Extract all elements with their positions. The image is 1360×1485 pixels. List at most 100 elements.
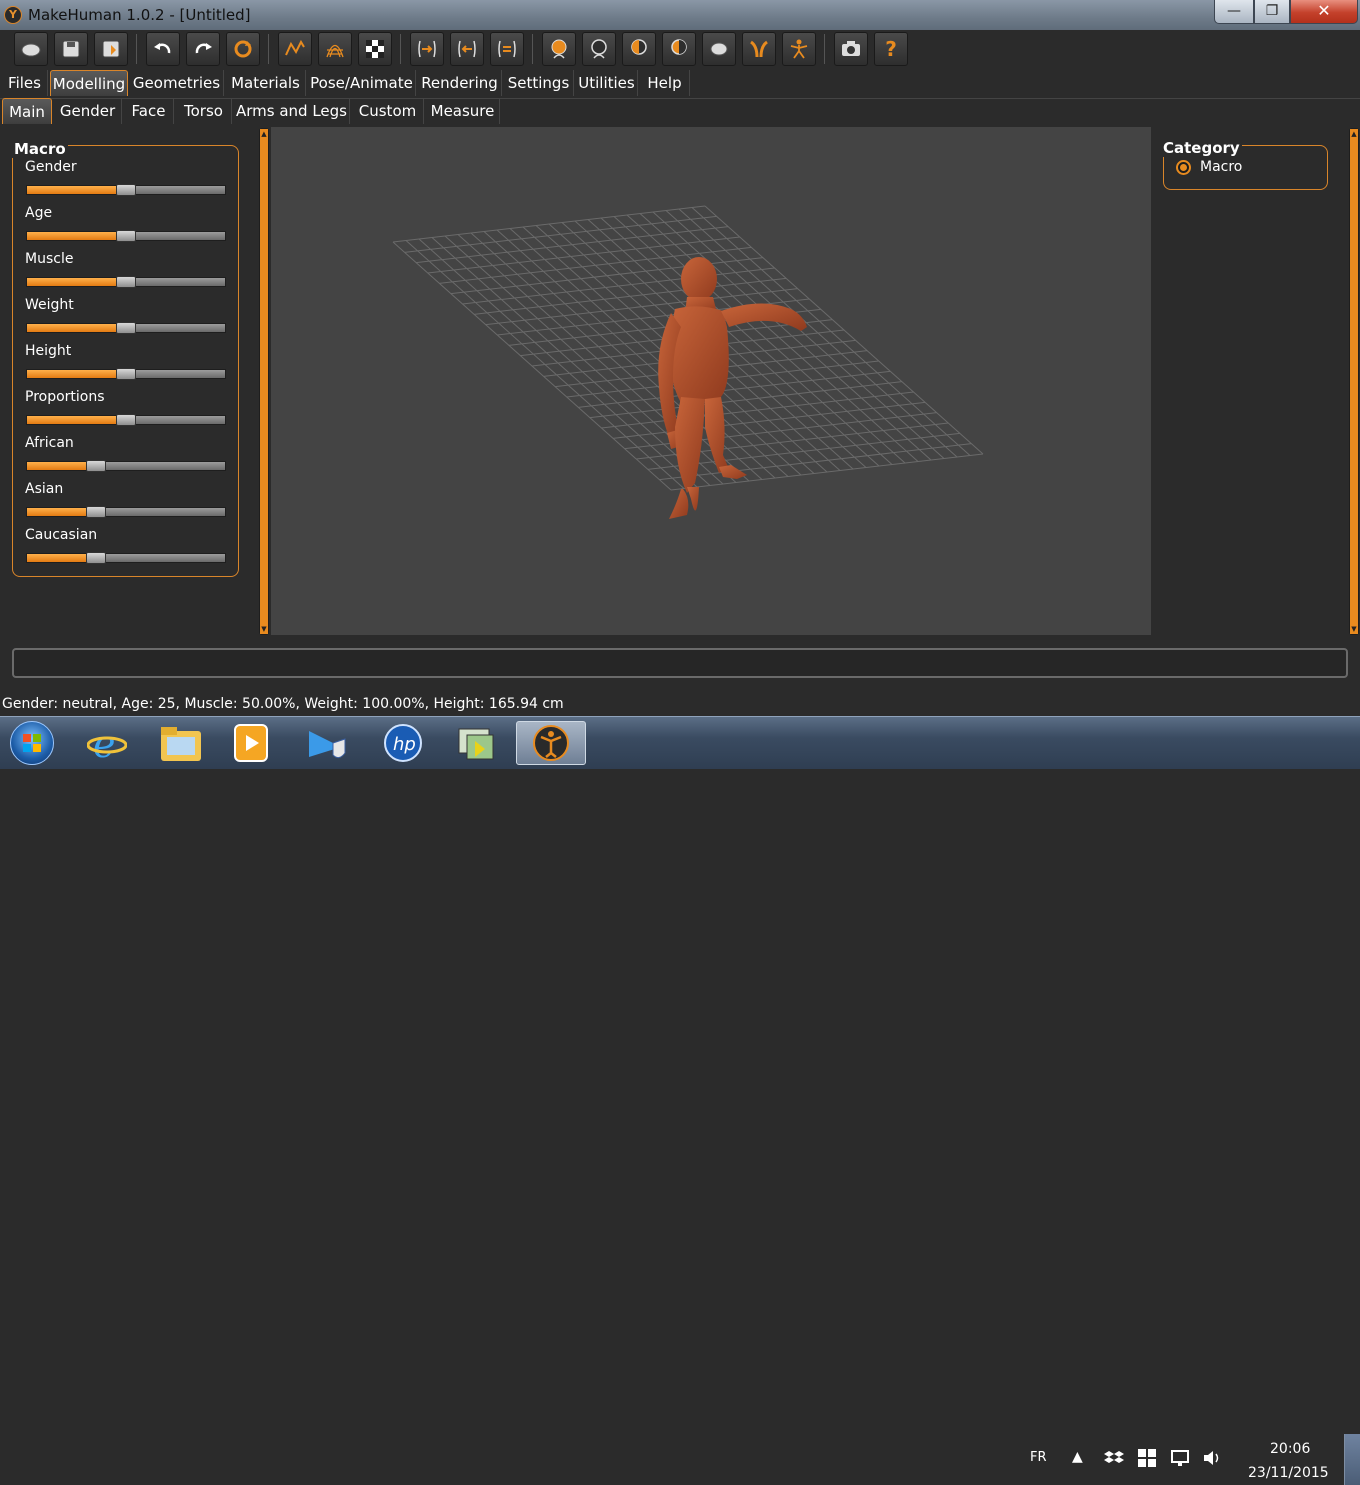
top-view-button[interactable]	[702, 32, 736, 66]
proportions-slider[interactable]	[26, 414, 226, 426]
show-desktop-button[interactable]	[1344, 1434, 1360, 1485]
tab-files[interactable]: Files	[2, 70, 48, 96]
minimize-button[interactable]: —	[1214, 0, 1254, 24]
macro-radio-button[interactable]	[1176, 160, 1191, 175]
african-slider-handle[interactable]	[86, 460, 106, 472]
head-back-icon	[591, 39, 607, 59]
taskbar-media-player[interactable]	[220, 721, 282, 765]
right-view-button[interactable]	[582, 32, 616, 66]
tab-rendering[interactable]: Rendering	[418, 70, 502, 96]
category-group-title: Category	[1161, 139, 1242, 157]
wireframe-icon	[326, 44, 344, 58]
front-view-icon	[418, 40, 436, 58]
caucasian-label: Caucasian	[25, 527, 98, 543]
tab-arms-and-legs[interactable]: Arms and Legs	[234, 98, 350, 124]
proportions-slider-handle[interactable]	[116, 414, 136, 426]
export-button[interactable]	[94, 32, 128, 66]
tab-modelling[interactable]: Modelling	[50, 70, 128, 96]
taskbar-makehuman[interactable]	[516, 721, 586, 765]
3d-viewport[interactable]	[271, 127, 1151, 635]
head-right-button[interactable]	[662, 32, 696, 66]
language-indicator[interactable]: FR	[1030, 1450, 1047, 1465]
svg-text:hp: hp	[393, 734, 416, 755]
head-front-icon	[551, 39, 567, 59]
media-player-icon	[234, 724, 268, 762]
weight-slider-handle[interactable]	[116, 322, 136, 334]
windows-flag-icon[interactable]	[1138, 1449, 1156, 1471]
taskbar-file-transfer[interactable]	[446, 721, 508, 765]
close-button[interactable]: ✕	[1290, 0, 1358, 24]
caucasian-slider-handle[interactable]	[86, 552, 106, 564]
taskbar-hp-support[interactable]: hp	[372, 721, 434, 765]
maximize-button[interactable]: ❐	[1254, 0, 1290, 24]
clock-date[interactable]: 23/11/2015	[1248, 1465, 1329, 1481]
dropbox-icon[interactable]	[1104, 1449, 1124, 1471]
load-button[interactable]	[14, 32, 48, 66]
background-button[interactable]	[358, 32, 392, 66]
body-icon	[750, 40, 768, 58]
shield-icon	[309, 731, 346, 759]
scroll-down-icon[interactable]: ▼	[260, 624, 268, 634]
caucasian-slider[interactable]	[26, 552, 226, 564]
head-right-icon	[671, 39, 687, 55]
gender-label: Gender	[25, 159, 77, 175]
command-input[interactable]	[12, 648, 1348, 678]
macro-group-title: Macro	[12, 140, 68, 158]
age-slider[interactable]	[26, 230, 226, 242]
asian-slider-handle[interactable]	[86, 506, 106, 518]
age-slider-handle[interactable]	[116, 230, 136, 242]
scene-canvas	[392, 205, 984, 519]
start-button[interactable]	[10, 721, 54, 765]
tab-gender[interactable]: Gender	[54, 98, 122, 124]
redo-button[interactable]	[186, 32, 220, 66]
tab-face[interactable]: Face	[124, 98, 174, 124]
left-view-button[interactable]	[542, 32, 576, 66]
back-view-button[interactable]	[450, 32, 484, 66]
hp-logo-icon: hp	[384, 724, 422, 762]
height-slider[interactable]	[26, 368, 226, 380]
scroll-down-icon[interactable]: ▼	[1350, 624, 1358, 634]
bottom-view-button[interactable]	[742, 32, 776, 66]
taskbar-file-explorer[interactable]	[150, 721, 212, 765]
smooth-button[interactable]	[278, 32, 312, 66]
tab-custom[interactable]: Custom	[352, 98, 424, 124]
reset-button[interactable]	[226, 32, 260, 66]
save-button[interactable]	[54, 32, 88, 66]
tab-measure[interactable]: Measure	[426, 98, 500, 124]
clock-time[interactable]: 20:06	[1270, 1441, 1310, 1457]
macro-radio-label[interactable]: Macro	[1200, 159, 1242, 175]
screenshot-button[interactable]	[834, 32, 868, 66]
asian-slider[interactable]	[26, 506, 226, 518]
gender-slider[interactable]	[26, 184, 226, 196]
front-view-button[interactable]	[410, 32, 444, 66]
tab-geometries[interactable]: Geometries	[130, 70, 224, 96]
left-panel-scrollbar[interactable]: ▲ ▼	[259, 128, 269, 635]
tab-help[interactable]: Help	[640, 70, 690, 96]
scroll-up-icon[interactable]: ▲	[260, 129, 268, 139]
help-button[interactable]: ?	[874, 32, 908, 66]
show-hidden-icons-icon[interactable]: ▲	[1072, 1449, 1083, 1465]
tab-main[interactable]: Main	[2, 98, 52, 124]
tab-pose-animate[interactable]: Pose/Animate	[308, 70, 416, 96]
undo-button[interactable]	[146, 32, 180, 66]
network-icon[interactable]	[1170, 1449, 1190, 1471]
side-view-button[interactable]	[490, 32, 524, 66]
tab-torso[interactable]: Torso	[176, 98, 232, 124]
wireframe-button[interactable]	[318, 32, 352, 66]
gender-slider-handle[interactable]	[116, 184, 136, 196]
tab-materials[interactable]: Materials	[226, 70, 306, 96]
tab-utilities[interactable]: Utilities	[576, 70, 638, 96]
tab-settings[interactable]: Settings	[504, 70, 574, 96]
african-slider[interactable]	[26, 460, 226, 472]
scroll-up-icon[interactable]: ▲	[1350, 129, 1358, 139]
weight-slider[interactable]	[26, 322, 226, 334]
height-slider-handle[interactable]	[116, 368, 136, 380]
head-left-button[interactable]	[622, 32, 656, 66]
taskbar-internet-explorer[interactable]: e	[76, 721, 138, 765]
taskbar-network-shield[interactable]	[296, 721, 358, 765]
right-panel-scrollbar[interactable]: ▲ ▼	[1349, 128, 1359, 635]
skeleton-button[interactable]	[782, 32, 816, 66]
muscle-slider-handle[interactable]	[116, 276, 136, 288]
muscle-slider[interactable]	[26, 276, 226, 288]
volume-icon[interactable]	[1202, 1449, 1222, 1471]
